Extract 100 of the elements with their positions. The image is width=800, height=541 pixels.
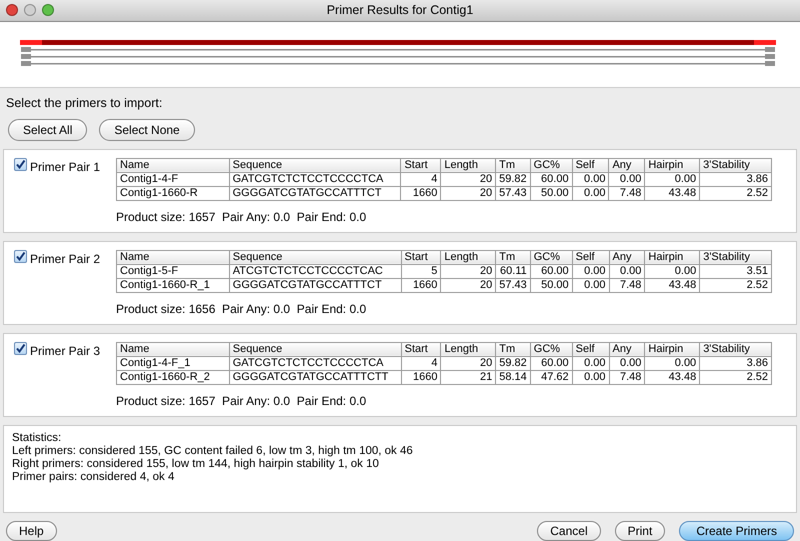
table-cell: 2.52	[700, 370, 772, 384]
table-cell: GGGGATCGTATGCCATTTCT	[229, 278, 402, 292]
table-cell: 20	[440, 264, 496, 278]
table-cell: GGGGATCGTATGCCATTTCTT	[229, 370, 402, 384]
table-cell: 7.48	[609, 278, 645, 292]
table-cell: 2.52	[700, 278, 772, 292]
table-cell: 59.82	[496, 356, 530, 370]
column-header: Sequence	[229, 158, 401, 172]
table-cell: 0.00	[572, 278, 610, 292]
table-cell: 1660	[401, 278, 441, 292]
table-cell: Contig1-1660-R_1	[116, 278, 230, 292]
dialog-button[interactable]: Print	[614, 520, 666, 541]
column-header: Self	[572, 342, 610, 356]
table-cell: 50.00	[530, 278, 572, 292]
column-header: Any	[609, 250, 645, 264]
table-cell: 43.48	[644, 278, 700, 292]
table-cell: 0.00	[608, 172, 645, 186]
column-header: Sequence	[229, 342, 402, 356]
column-header: Self	[572, 250, 610, 264]
pair-label: Primer Pair 2	[30, 250, 100, 268]
table-cell: 60.00	[530, 172, 572, 186]
table-cell: 1660	[401, 370, 441, 384]
column-header: Tm	[496, 158, 530, 172]
column-header: GC%	[530, 250, 572, 264]
table-cell: 20	[440, 172, 496, 186]
table-cell: GATCGTCTCTCCTCCCCTCA	[229, 172, 401, 186]
table-cell: 4	[400, 172, 441, 186]
column-header: Self	[572, 158, 609, 172]
statistics-line: Statistics:	[12, 432, 62, 445]
table-cell: GGGGATCGTATGCCATTTCT	[229, 186, 401, 200]
table-cell: 59.82	[496, 172, 530, 186]
column-header: Start	[401, 342, 441, 356]
table-cell: 3.86	[700, 356, 772, 370]
table-cell: 58.14	[496, 370, 530, 384]
column-header: 3'Stability	[700, 250, 772, 264]
column-header: GC%	[530, 342, 572, 356]
column-header: Hairpin	[644, 342, 700, 356]
table-cell: 0.00	[644, 264, 700, 278]
table-cell: 21	[440, 370, 496, 384]
column-header: Name	[116, 158, 230, 172]
column-header: Sequence	[229, 250, 402, 264]
table-cell: 60.00	[530, 356, 572, 370]
column-header: Tm	[496, 250, 530, 264]
column-header: Start	[400, 158, 441, 172]
column-header: Any	[608, 158, 645, 172]
table-cell: Contig1-4-F_1	[116, 356, 230, 370]
window-title: Primer Results for Contig1	[326, 2, 474, 20]
select-all-button[interactable]: Select All	[8, 118, 88, 141]
table-cell: 20	[440, 186, 496, 200]
table-cell: 43.48	[644, 370, 700, 384]
product-summary: Product size: 1657 Pair Any: 0.0 Pair End: 0.0	[116, 208, 368, 226]
table-cell: 0.00	[572, 172, 609, 186]
table-cell: Contig1-5-F	[116, 264, 230, 278]
column-header: 3'Stability	[700, 342, 772, 356]
table-cell: 0.00	[572, 264, 610, 278]
pair-label: Primer Pair 3	[30, 342, 100, 360]
table-cell: 20	[440, 356, 496, 370]
zoom-icon[interactable]	[42, 4, 54, 16]
statistics-line: Right primers: considered 155, low tm 144, high hairpin stability 1, ok 10	[12, 458, 380, 471]
table-cell: 3.51	[700, 264, 772, 278]
column-header: Hairpin	[644, 250, 700, 264]
table-cell: 0.00	[572, 186, 609, 200]
checkbox[interactable]	[14, 250, 27, 263]
column-header: Length	[440, 342, 496, 356]
create-button[interactable]: Create Primers	[679, 520, 794, 541]
column-header: Any	[609, 342, 645, 356]
table-cell: 0.00	[572, 370, 610, 384]
checkbox[interactable]	[14, 342, 27, 355]
table-cell: 0.00	[609, 264, 645, 278]
table-cell: Contig1-1660-R	[116, 186, 230, 200]
column-header: GC%	[530, 158, 572, 172]
table-cell: 0.00	[572, 356, 610, 370]
table-cell: 47.62	[530, 370, 572, 384]
table-cell: 0.00	[644, 356, 700, 370]
table-cell: Contig1-4-F	[116, 172, 230, 186]
table-cell: 1660	[400, 186, 441, 200]
table-cell: 57.43	[496, 186, 530, 200]
product-summary: Product size: 1657 Pair Any: 0.0 Pair End: 0.0	[116, 392, 368, 410]
table-cell: 0.00	[644, 172, 700, 186]
dialog-button[interactable]: Help	[6, 520, 57, 541]
close-icon[interactable]	[6, 4, 18, 16]
table-cell: 3.86	[700, 172, 772, 186]
table-cell: GATCGTCTCTCCTCCCCTCA	[229, 356, 402, 370]
column-header: Name	[116, 250, 230, 264]
dialog-button[interactable]: Cancel	[537, 520, 601, 541]
column-header: 3'Stability	[700, 158, 772, 172]
pair-label: Primer Pair 1	[30, 158, 100, 176]
column-header: Tm	[496, 342, 530, 356]
column-header: Length	[440, 250, 496, 264]
column-header: Hairpin	[644, 158, 700, 172]
table-cell: Contig1-1660-R_2	[116, 370, 230, 384]
table-cell: 7.48	[608, 186, 645, 200]
table-cell: 60.11	[496, 264, 530, 278]
checkbox[interactable]	[14, 158, 27, 171]
table-cell: 4	[401, 356, 441, 370]
select-none-button[interactable]: Select None	[99, 118, 195, 141]
table-cell: 2.52	[700, 186, 772, 200]
statistics-line: Primer pairs: considered 4, ok 4	[12, 470, 176, 484]
column-header: Start	[401, 250, 441, 264]
table-cell: ATCGTCTCTCCTCCCCTCAC	[229, 264, 402, 278]
